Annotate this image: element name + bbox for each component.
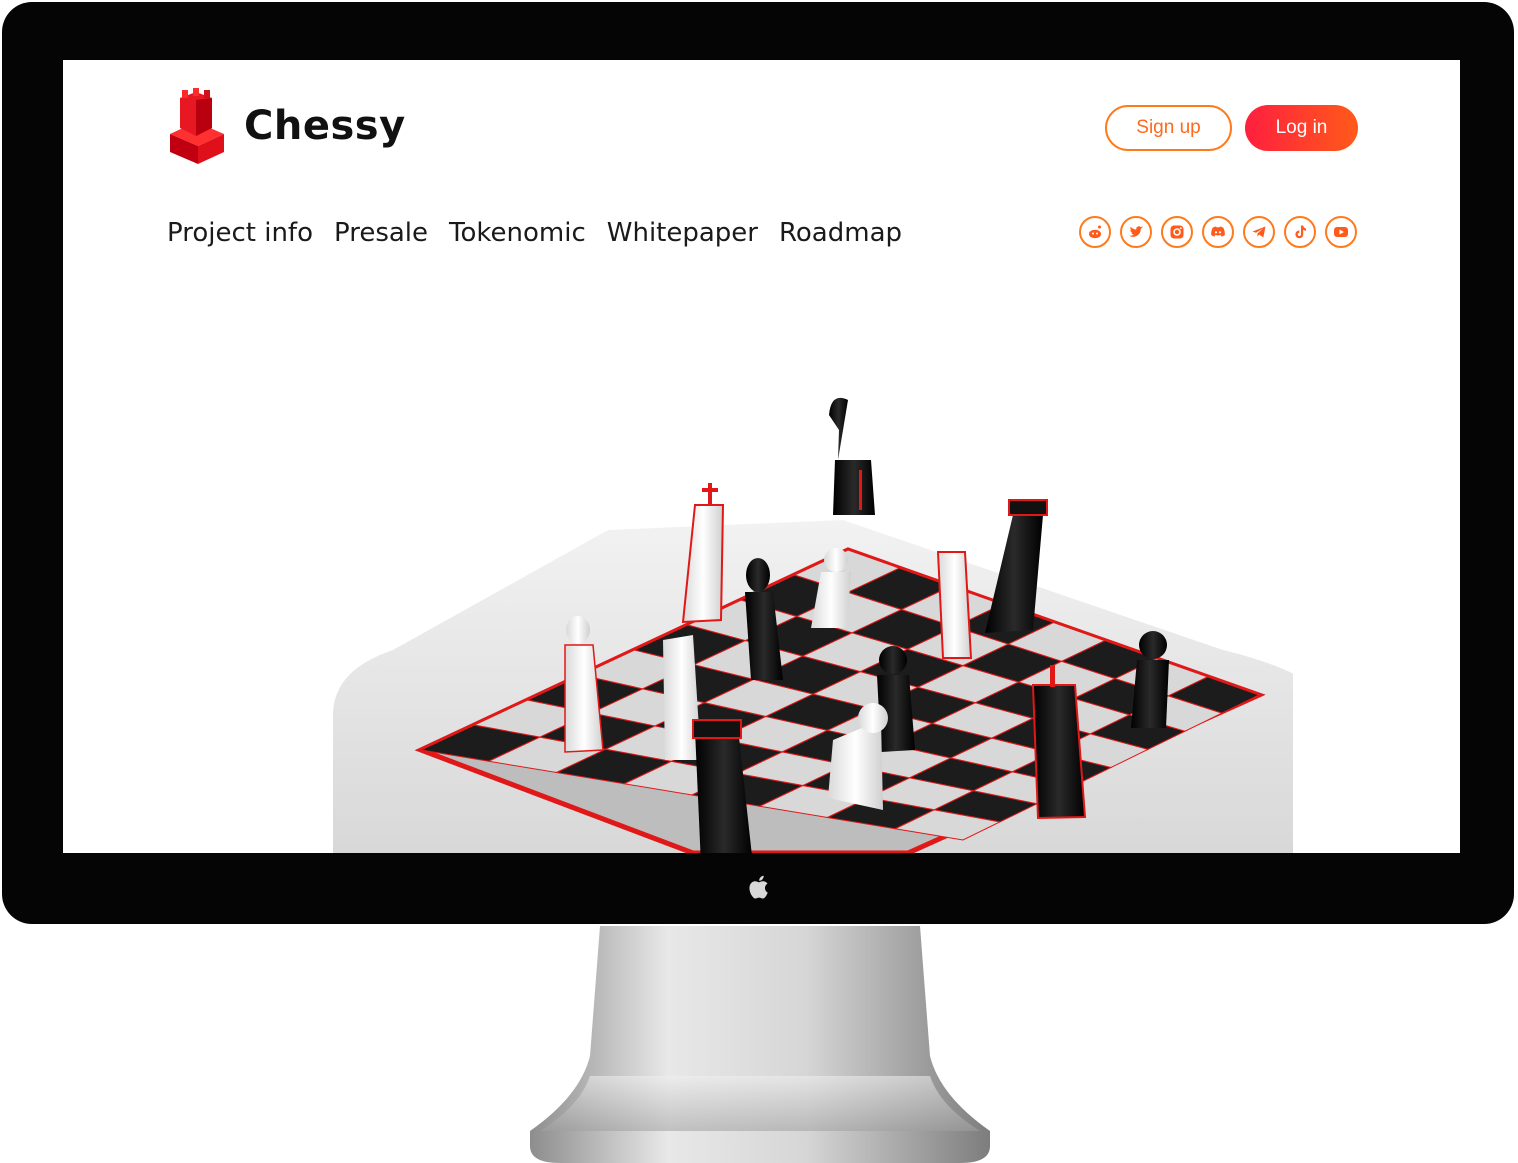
apple-logo-icon [749,875,768,899]
main-nav: Project info Presale Tokenomic Whitepape… [167,218,923,248]
monitor-stand [530,926,990,1163]
log-in-button[interactable]: Log in [1245,105,1358,151]
monitor-frame: Chessy Sign up Log in Project info Presa… [2,2,1514,924]
tiktok-link[interactable] [1284,216,1316,248]
telegram-icon [1252,226,1266,238]
discord-link[interactable] [1202,216,1234,248]
castle-logo-icon [170,88,224,164]
twitter-link[interactable] [1120,216,1152,248]
twitter-icon [1129,226,1143,237]
social-links [1079,216,1366,248]
logo[interactable]: Chessy [166,88,406,164]
reddit-icon [1089,225,1101,239]
discord-icon [1211,226,1225,237]
sign-up-button[interactable]: Sign up [1105,105,1232,151]
instagram-link[interactable] [1161,216,1193,248]
brand-name: Chessy [244,103,406,149]
hero-chessboard-image [333,397,1293,853]
instagram-icon [1170,225,1184,239]
youtube-link[interactable] [1325,216,1357,248]
browser-screen: Chessy Sign up Log in Project info Presa… [63,60,1460,853]
nav-whitepaper[interactable]: Whitepaper [607,218,758,248]
nav-roadmap[interactable]: Roadmap [779,218,902,248]
nav-presale[interactable]: Presale [334,218,428,248]
nav-tokenomic[interactable]: Tokenomic [449,218,586,248]
reddit-link[interactable] [1079,216,1111,248]
tiktok-icon [1295,225,1306,239]
youtube-icon [1334,227,1348,237]
nav-project-info[interactable]: Project info [167,218,313,248]
telegram-link[interactable] [1243,216,1275,248]
